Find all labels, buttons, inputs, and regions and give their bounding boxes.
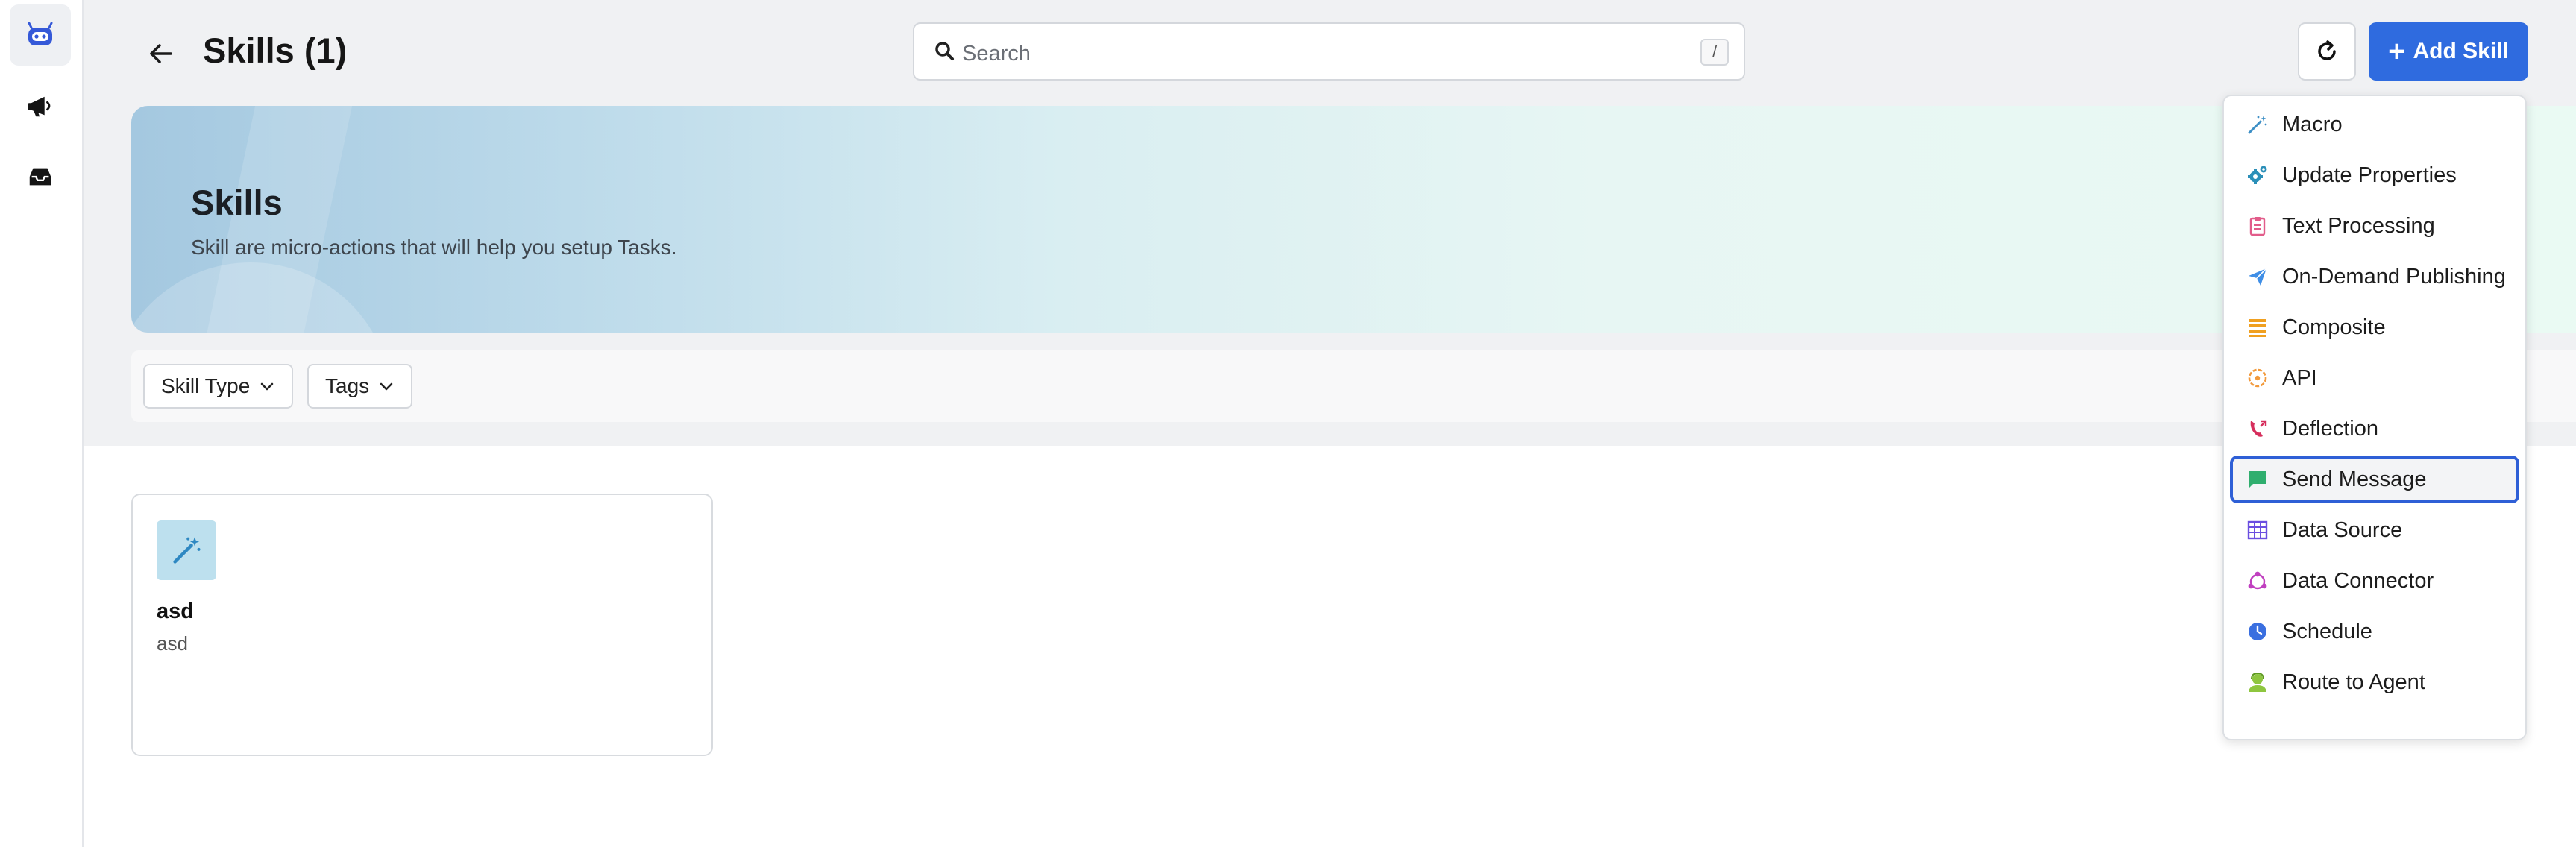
menu-item-label: On-Demand Publishing <box>2282 264 2506 289</box>
menu-item-data-source[interactable]: Data Source <box>2230 506 2519 554</box>
clock-icon <box>2249 623 2266 640</box>
menu-item-label: Macro <box>2282 112 2343 136</box>
menu-item-deflection[interactable]: Deflection <box>2230 405 2519 453</box>
plus-icon: + <box>2388 35 2406 68</box>
menu-item-label: Text Processing <box>2282 213 2435 238</box>
tags-filter[interactable]: Tags <box>307 364 413 409</box>
skill-type-filter-label: Skill Type <box>161 374 251 397</box>
menu-item-label: Update Properties <box>2282 163 2457 187</box>
menu-item-label: Deflection <box>2282 416 2378 441</box>
inbox-icon <box>29 168 51 186</box>
connector-icon <box>2248 571 2267 590</box>
menu-item-update-properties[interactable]: Update Properties <box>2230 151 2519 199</box>
menu-item-api[interactable]: API <box>2230 354 2519 402</box>
back-button[interactable] <box>140 33 182 75</box>
skill-type-filter[interactable]: Skill Type <box>143 364 294 409</box>
message-icon <box>2249 471 2266 488</box>
chevron-down-icon <box>380 382 393 391</box>
add-skill-button[interactable]: + Add Skill <box>2369 22 2528 81</box>
menu-item-text-processing[interactable]: Text Processing <box>2230 202 2519 250</box>
add-skill-label: Add Skill <box>2413 39 2509 63</box>
skill-card-name: asd <box>157 599 194 623</box>
bot-icon <box>28 22 53 45</box>
skill-card[interactable]: asd asd <box>131 494 713 756</box>
agent-icon <box>2249 672 2266 692</box>
paper-plane-icon <box>2249 268 2267 286</box>
search-placeholder: Search <box>962 42 1031 66</box>
menu-item-label: Composite <box>2282 315 2386 339</box>
menu-item-schedule[interactable]: Schedule <box>2230 608 2519 655</box>
banner-title: Skills <box>191 183 283 222</box>
deflection-icon <box>2250 420 2267 437</box>
search-input[interactable]: Search / <box>913 22 1745 81</box>
menu-item-label: API <box>2282 365 2317 390</box>
arrow-left-icon <box>150 44 172 63</box>
clipboard-icon <box>2249 217 2266 236</box>
sidebar-item-campaigns[interactable] <box>10 76 71 137</box>
skills-banner: Skills Skill are micro-actions that will… <box>131 106 2576 333</box>
wand-icon <box>2248 116 2267 134</box>
sidebar-item-bot[interactable] <box>10 4 71 66</box>
menu-item-composite[interactable]: Composite <box>2230 303 2519 351</box>
filter-bar: Skill Type Tags <box>131 350 2576 422</box>
menu-item-on-demand-publishing[interactable]: On-Demand Publishing <box>2230 253 2519 300</box>
menu-item-label: Data Source <box>2282 517 2403 542</box>
sidebar <box>0 0 84 847</box>
menu-item-label: Send Message <box>2282 467 2427 491</box>
gears-icon <box>2248 166 2267 184</box>
refresh-button[interactable] <box>2298 22 2356 81</box>
skill-card-description: asd <box>157 632 188 655</box>
search-shortcut-key: / <box>1700 39 1729 66</box>
tags-filter-label: Tags <box>325 374 370 397</box>
megaphone-icon <box>28 96 51 117</box>
skill-card-icon <box>157 520 216 580</box>
page-title: Skills (1) <box>203 31 348 70</box>
menu-item-label: Schedule <box>2282 619 2372 643</box>
sidebar-item-inbox[interactable] <box>10 146 71 207</box>
menu-item-route-to-agent[interactable]: Route to Agent <box>2230 658 2519 706</box>
grid-icon <box>2247 520 2268 540</box>
add-skill-dropdown: Macro Update Properties Text Processing … <box>2222 95 2527 740</box>
banner-decoration-circle <box>131 262 392 333</box>
search-icon <box>935 42 954 60</box>
wand-icon <box>173 537 201 564</box>
refresh-icon <box>2318 40 2336 60</box>
menu-item-label: Route to Agent <box>2282 670 2425 694</box>
layers-icon <box>2249 319 2266 337</box>
menu-item-macro[interactable]: Macro <box>2230 101 2519 148</box>
menu-item-send-message[interactable]: Send Message <box>2230 456 2519 503</box>
chevron-down-icon <box>261 382 274 391</box>
banner-subtitle: Skill are micro-actions that will help y… <box>191 236 677 259</box>
api-icon <box>2248 368 2267 388</box>
menu-item-data-connector[interactable]: Data Connector <box>2230 557 2519 605</box>
menu-item-label: Data Connector <box>2282 568 2434 593</box>
